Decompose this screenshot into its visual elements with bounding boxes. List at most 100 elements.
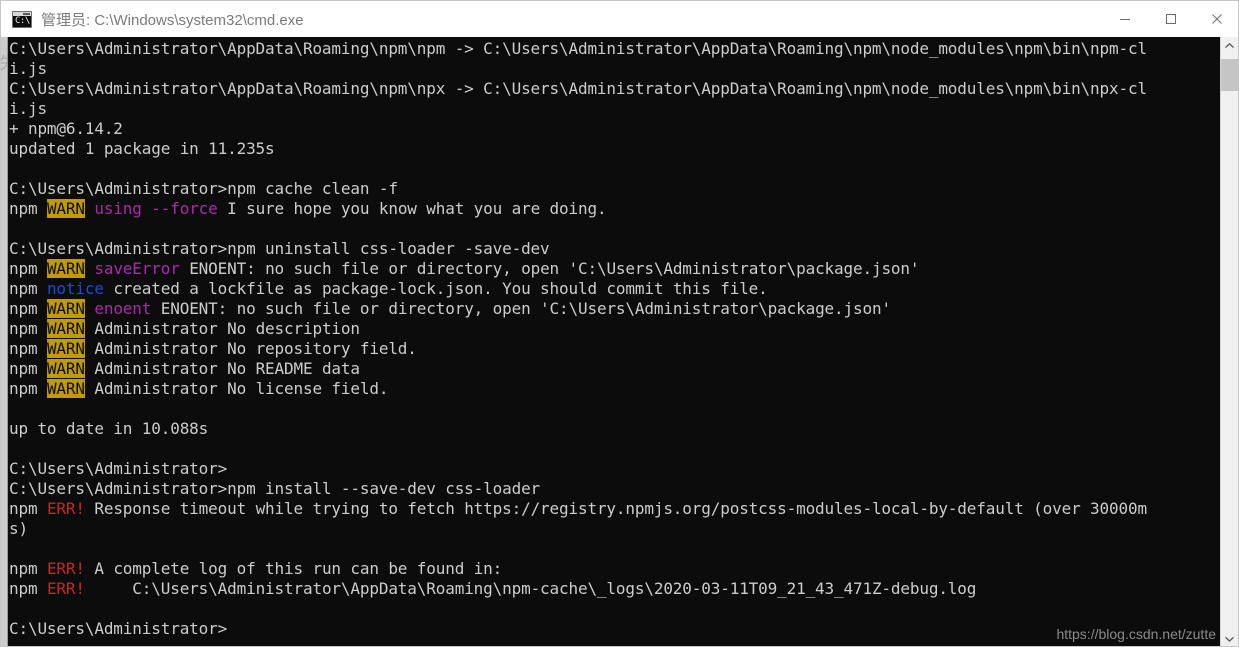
terminal-text: + npm@6.14.2 [9,119,123,138]
warn-badge: WARN [46,319,85,338]
terminal-line: npm WARN Administrator No repository fie… [8,339,1222,359]
terminal-output[interactable]: C:\Users\Administrator\AppData\Roaming\n… [8,37,1222,646]
chevron-down-icon [1225,636,1234,642]
scroll-up-button[interactable] [1221,37,1238,55]
error-tag: ERR! [46,559,85,578]
terminal-text: A complete log of this run can be found … [84,559,503,578]
warn-badge: WARN [46,299,85,318]
terminal-text: Administrator No description [84,319,360,338]
terminal-line: up to date in 10.088s [8,419,1222,439]
terminal-line: npm WARN Administrator No README data [8,359,1222,379]
terminal-area[interactable]: 失 C:\Users\Administrator\AppData\Roaming… [1,37,1238,646]
close-icon [1212,14,1222,24]
terminal-line: updated 1 package in 11.235s [8,139,1222,159]
terminal-line: npm WARN Administrator No description [8,319,1222,339]
terminal-line: C:\Users\Administrator>npm install --sav… [8,479,1222,499]
terminal-text: npm [9,259,47,278]
terminal-text: i.js [9,59,47,78]
terminal-text: Administrator No license field. [84,379,389,398]
terminal-text: enoent [94,299,152,318]
terminal-line: + npm@6.14.2 [8,119,1222,139]
terminal-line: C:\Users\Administrator> [8,619,1222,639]
terminal-text: ENOENT: no such file or directory, open … [151,299,891,318]
minimize-icon [1120,19,1130,20]
terminal-line: npm notice created a lockfile as package… [8,279,1222,299]
terminal-text: Response timeout while trying to fetch h… [84,499,1147,518]
error-tag: ERR! [46,499,85,518]
terminal-text: npm [9,359,47,378]
titlebar-left: C:\ 管理员: C:\Windows\system32\cmd.exe [1,9,1102,30]
terminal-line: npm WARN enoent ENOENT: no such file or … [8,299,1222,319]
warn-badge: WARN [46,379,85,398]
terminal-text: notice [46,279,104,298]
terminal-text: npm [9,339,47,358]
terminal-text: s) [9,519,28,538]
terminal-text: npm [9,379,47,398]
terminal-text: saveError [94,259,180,278]
terminal-line: C:\Users\Administrator>npm cache clean -… [8,179,1222,199]
terminal-text: I sure hope you know what you are doing. [217,199,607,218]
terminal-text: C:\Users\Administrator>npm cache clean -… [9,179,398,198]
window-titlebar[interactable]: C:\ 管理员: C:\Windows\system32\cmd.exe [1,1,1238,37]
terminal-text: C:\Users\Administrator> [9,459,228,478]
terminal-line: npm WARN saveError ENOENT: no such file … [8,259,1222,279]
cmd-window: C:\ 管理员: C:\Windows\system32\cmd.exe C:\… [0,0,1239,647]
terminal-text: npm [9,559,47,578]
terminal-line: C:\Users\Administrator\AppData\Roaming\n… [8,39,1222,59]
terminal-line: npm ERR! Response timeout while trying t… [8,499,1222,519]
terminal-text: npm [9,279,47,298]
warn-badge: WARN [46,199,85,218]
terminal-text: Administrator No repository field. [84,339,417,358]
terminal-text: npm [9,319,47,338]
terminal-text: C:\Users\Administrator\AppData\Roaming\n… [84,579,977,598]
terminal-text: using --force [94,199,218,218]
scrollbar-thumb[interactable] [1221,59,1238,91]
left-edge-strip: 失 [1,37,16,646]
terminal-line: npm ERR! C:\Users\Administrator\AppData\… [8,579,1222,599]
terminal-text: Administrator No README data [84,359,360,378]
terminal-line: s) [8,519,1222,539]
chevron-up-icon [1225,42,1234,49]
warn-badge: WARN [46,359,85,378]
terminal-text: npm [9,199,47,218]
close-button[interactable] [1194,1,1238,37]
terminal-line: i.js [8,99,1222,119]
terminal-text: npm [9,499,47,518]
terminal-text: created a lockfile as package-lock.json.… [103,279,768,298]
terminal-text: updated 1 package in 11.235s [9,139,275,158]
warn-badge: WARN [46,259,85,278]
terminal-line: C:\Users\Administrator> [8,459,1222,479]
error-tag: ERR! [46,579,85,598]
minimize-button[interactable] [1102,1,1148,37]
terminal-text: i.js [9,99,47,118]
terminal-text: C:\Users\Administrator>npm install --sav… [9,479,541,498]
terminal-text: ENOENT: no such file or directory, open … [179,259,920,278]
terminal-line: npm WARN using --force I sure hope you k… [8,199,1222,219]
terminal-line: C:\Users\Administrator>npm uninstall css… [8,239,1222,259]
cmd-icon-glyph: C:\ [15,15,30,26]
maximize-button[interactable] [1148,1,1194,37]
terminal-text: npm [9,579,47,598]
cmd-icon: C:\ [12,10,32,28]
terminal-text: up to date in 10.088s [9,419,209,438]
maximize-icon [1166,14,1176,24]
window-title: 管理员: C:\Windows\system32\cmd.exe [41,11,304,29]
warn-badge: WARN [46,339,85,358]
terminal-line: npm ERR! A complete log of this run can … [8,559,1222,579]
terminal-text: npm [9,299,47,318]
window-controls [1102,1,1238,37]
terminal-text: C:\Users\Administrator\AppData\Roaming\n… [9,79,1147,98]
scroll-down-button[interactable] [1221,630,1238,646]
vertical-scrollbar[interactable] [1220,37,1238,646]
terminal-line: C:\Users\Administrator\AppData\Roaming\n… [8,79,1222,99]
terminal-text: C:\Users\Administrator> [9,619,228,638]
terminal-text: C:\Users\Administrator\AppData\Roaming\n… [9,39,1147,58]
